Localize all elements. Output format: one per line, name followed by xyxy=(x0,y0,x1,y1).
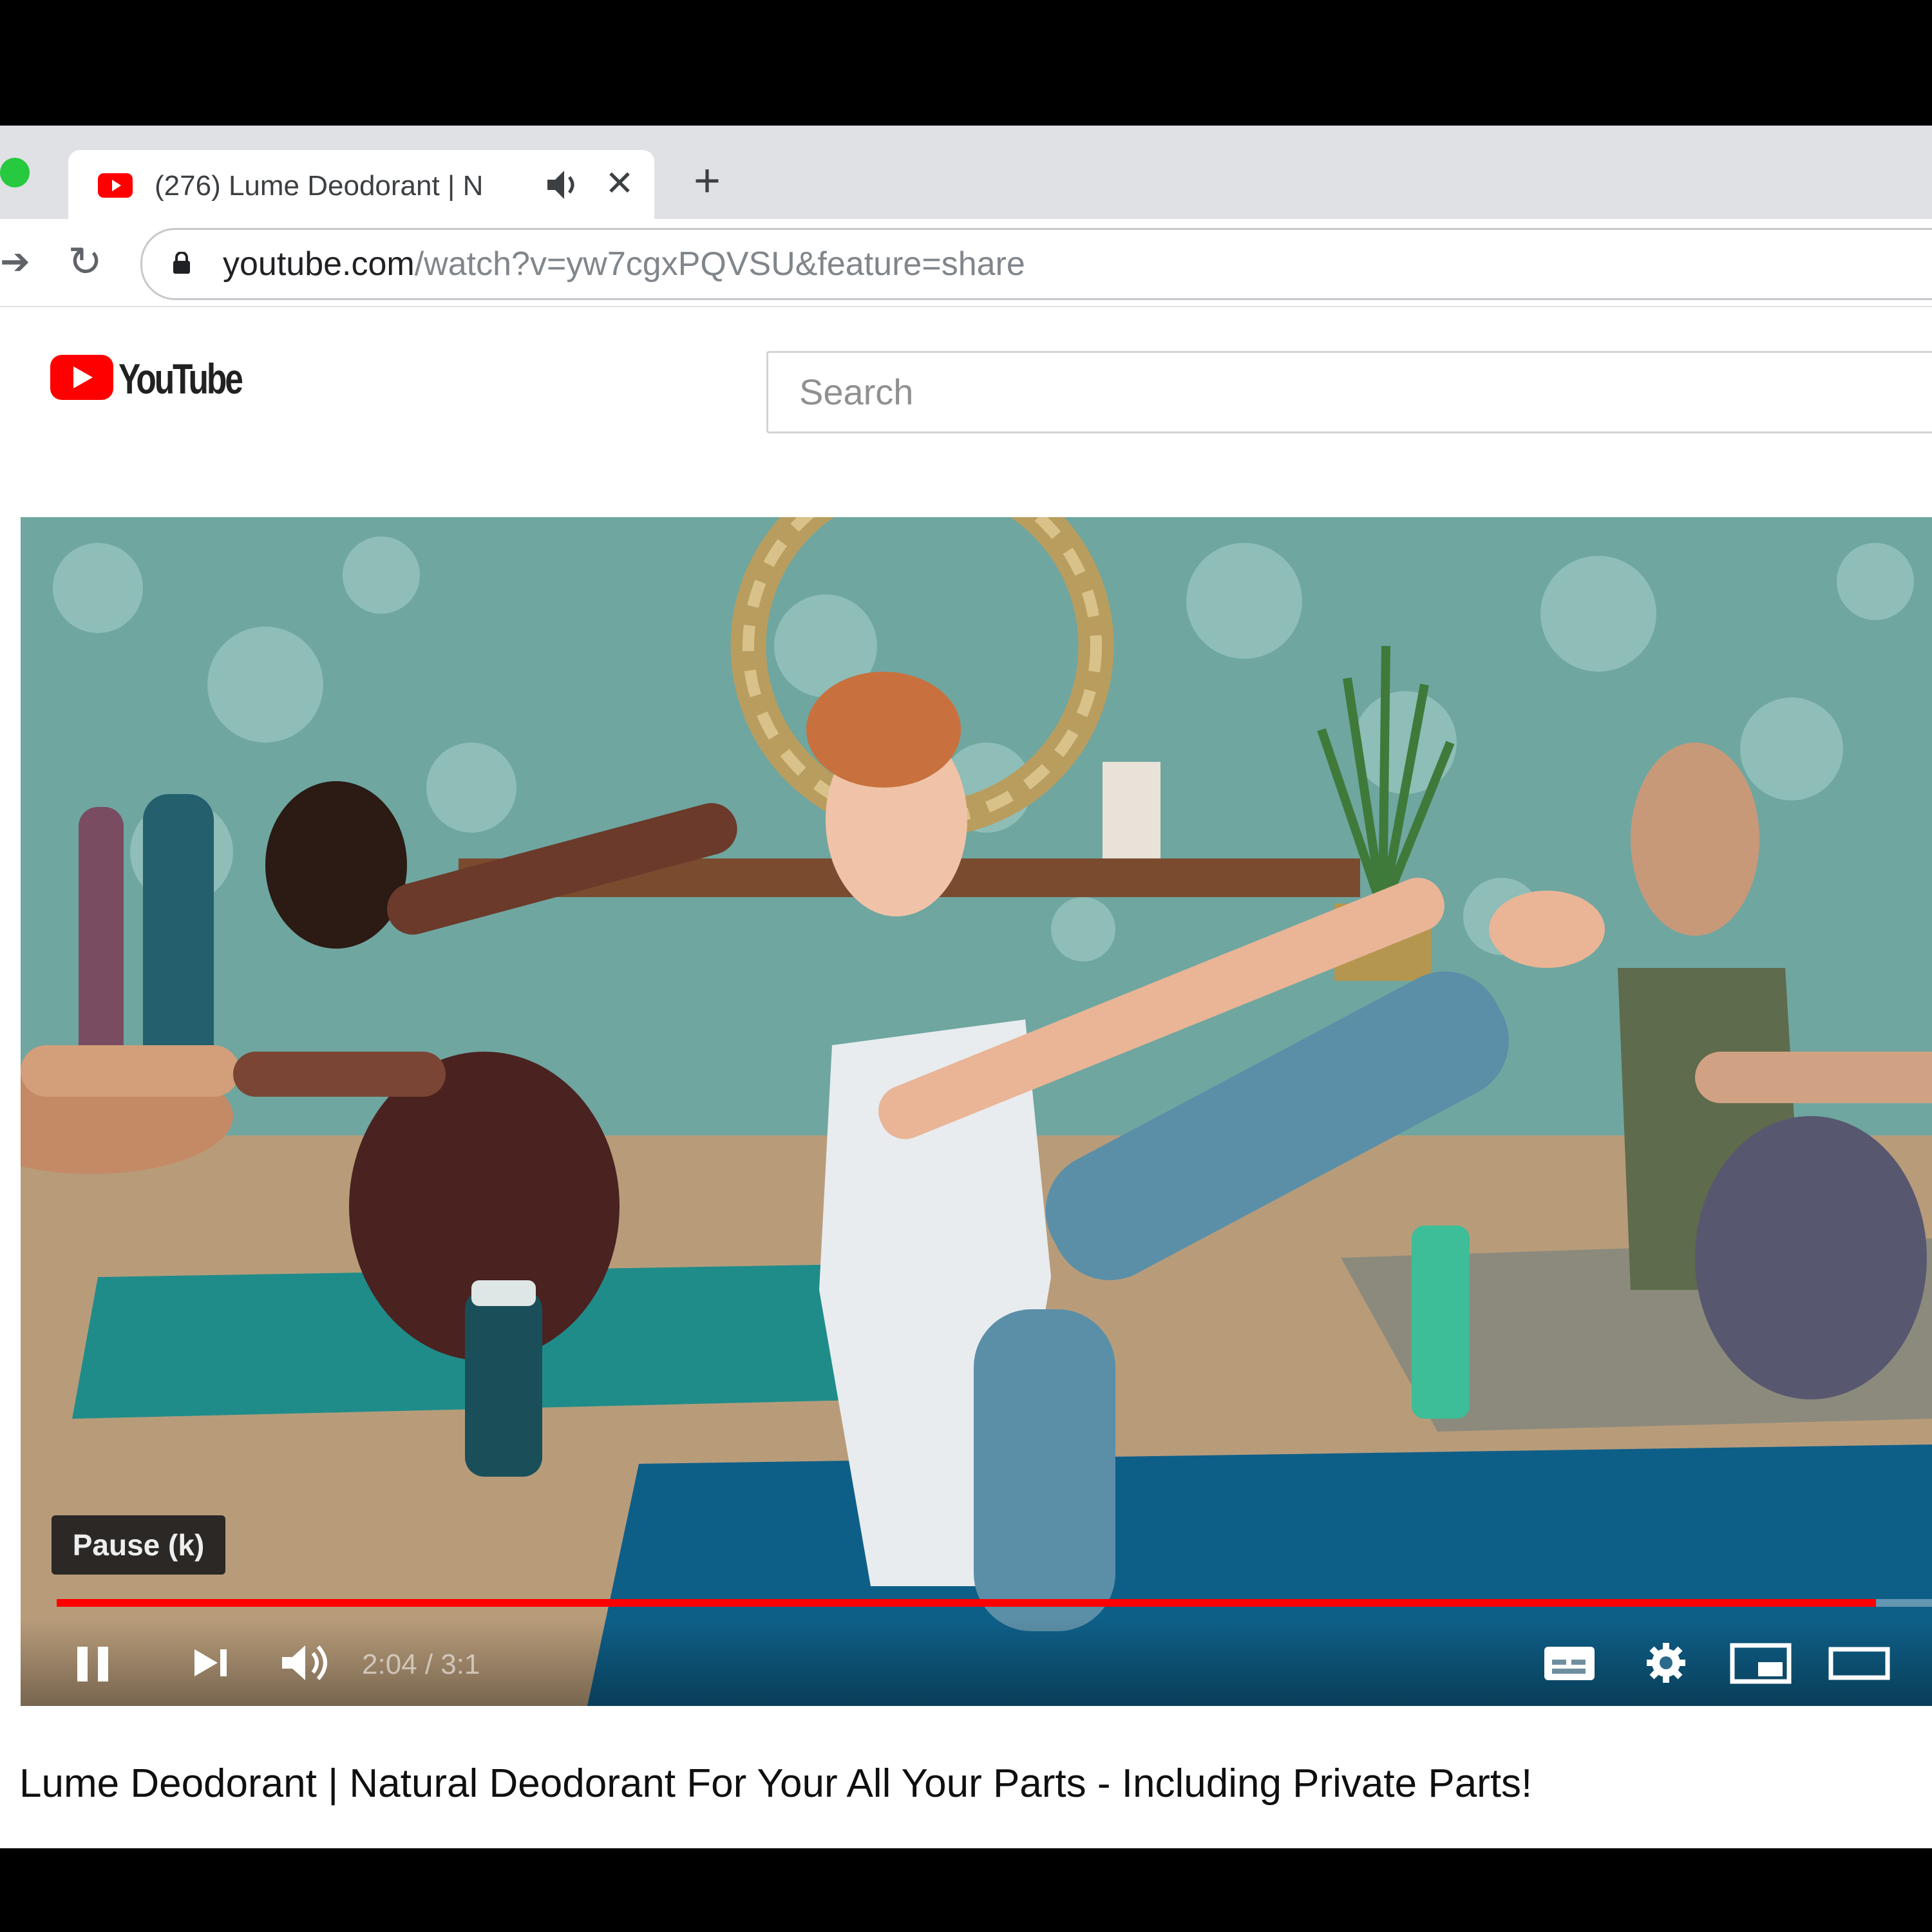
next-icon[interactable] xyxy=(185,1640,237,1685)
address-bar[interactable]: youtube.com/watch?v=yw7cgxPQVSU&feature=… xyxy=(140,228,1932,300)
subtitles-icon[interactable] xyxy=(1540,1640,1598,1685)
time-display: 2:04 / 3:1 xyxy=(362,1649,480,1680)
miniplayer-icon[interactable] xyxy=(1728,1640,1793,1685)
audio-icon[interactable] xyxy=(545,166,580,204)
search-placeholder: Search xyxy=(799,372,914,412)
youtube-header: YouTube Search xyxy=(0,307,1932,436)
pause-tooltip: Pause (k) xyxy=(52,1515,225,1575)
settings-icon[interactable] xyxy=(1640,1640,1692,1685)
video-player[interactable]: Pause (k) 2:04 / 3:1 xyxy=(21,517,1932,1706)
video-frame xyxy=(21,517,1932,1706)
lock-icon[interactable] xyxy=(172,252,191,274)
screen-bottom-border xyxy=(0,1848,1932,1932)
theater-icon[interactable] xyxy=(1827,1640,1891,1685)
forward-arrow-icon[interactable]: ➔ xyxy=(0,241,30,282)
plus-icon[interactable]: + xyxy=(683,156,732,205)
tab-title: (276) Lume Deodorant | N xyxy=(155,170,484,202)
url-path: /watch?v=yw7cgxPQVSU&feature=share xyxy=(414,245,1025,283)
browser-toolbar: ➔ ↻ youtube.com/watch?v=yw7cgxPQVSU&feat… xyxy=(0,219,1932,307)
tab-strip: (276) Lume Deodorant | N ✕ + xyxy=(0,126,1932,219)
progress-bar[interactable] xyxy=(57,1599,1932,1607)
progress-bar-played xyxy=(57,1599,1876,1607)
reload-icon[interactable]: ↻ xyxy=(62,238,108,285)
play-pause-icon[interactable] xyxy=(62,1640,120,1685)
maximize-window-button[interactable] xyxy=(0,158,30,187)
volume-icon[interactable] xyxy=(276,1640,340,1685)
video-title[interactable]: Lume Deodorant | Natural Deodorant For Y… xyxy=(19,1758,1887,1810)
youtube-logo[interactable]: YouTube xyxy=(50,354,256,405)
screen-top-border xyxy=(0,0,1932,126)
search-input[interactable]: Search xyxy=(766,351,1932,433)
url-domain: youtube.com xyxy=(223,245,415,283)
close-icon[interactable]: ✕ xyxy=(600,163,639,204)
youtube-logo-icon xyxy=(50,355,113,400)
youtube-favicon-icon xyxy=(98,173,133,198)
youtube-logo-text: YouTube xyxy=(118,355,243,402)
browser-tab-active[interactable]: (276) Lume Deodorant | N ✕ xyxy=(68,150,654,219)
url-text[interactable]: youtube.com/watch?v=yw7cgxPQVSU&feature=… xyxy=(223,243,1511,285)
player-controls: 2:04 / 3:1 xyxy=(21,1618,1932,1706)
